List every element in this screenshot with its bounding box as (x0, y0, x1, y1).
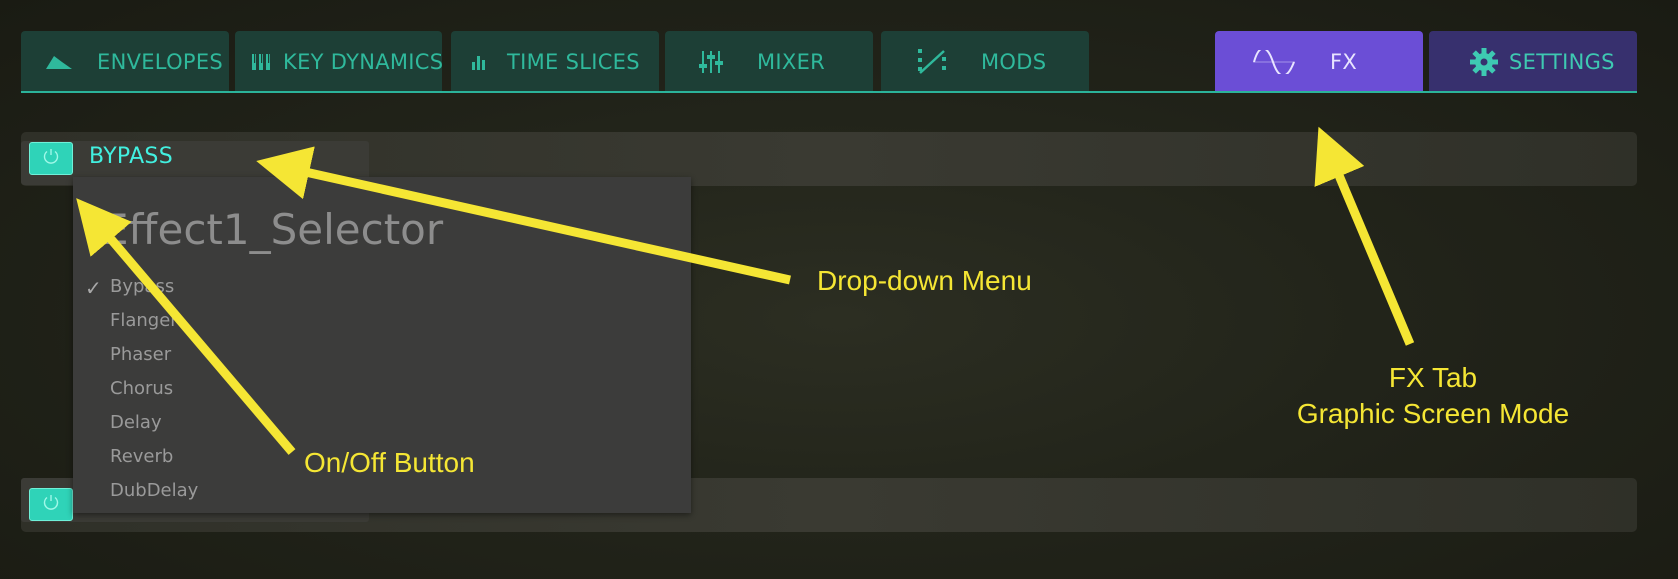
dropdown-menu-callout: Drop-down Menu (817, 265, 1032, 296)
fx-tab-callout-line1: FX Tab (1388, 362, 1478, 393)
dropdown-annotation-arrow (256, 146, 791, 285)
onoff-annotation-arrow (76, 198, 296, 455)
fx-tab-annotation-arrow (1314, 126, 1415, 346)
fx-tab-callout: FX Tab Graphic Screen Mode (1233, 360, 1633, 432)
onoff-button-callout: On/Off Button (304, 447, 475, 478)
app-window: ENVELOPES KEY DYNAMICS TIME SLICES MIXER… (0, 0, 1678, 579)
fx-tab-callout-line2: Graphic Screen Mode (1296, 398, 1570, 429)
